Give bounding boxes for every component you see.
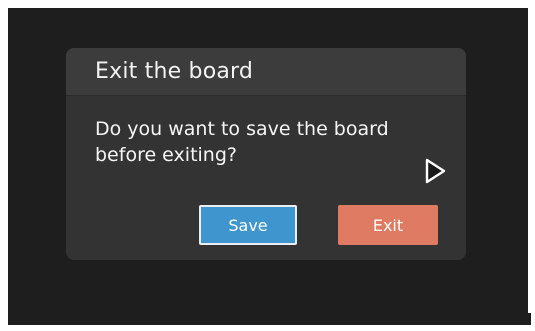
save-button[interactable]: Save [199,205,297,245]
exit-board-dialog: Exit the board Do you want to save the b… [66,48,466,260]
exit-button[interactable]: Exit [338,205,438,245]
app-screen: Exit the board Do you want to save the b… [8,8,528,325]
screen-edge [528,313,531,325]
dialog-message: Do you want to save the board before exi… [95,118,389,166]
cursor-arrow-icon [425,158,446,184]
dialog-title: Exit the board [95,59,254,84]
dialog-header: Exit the board [66,48,466,96]
